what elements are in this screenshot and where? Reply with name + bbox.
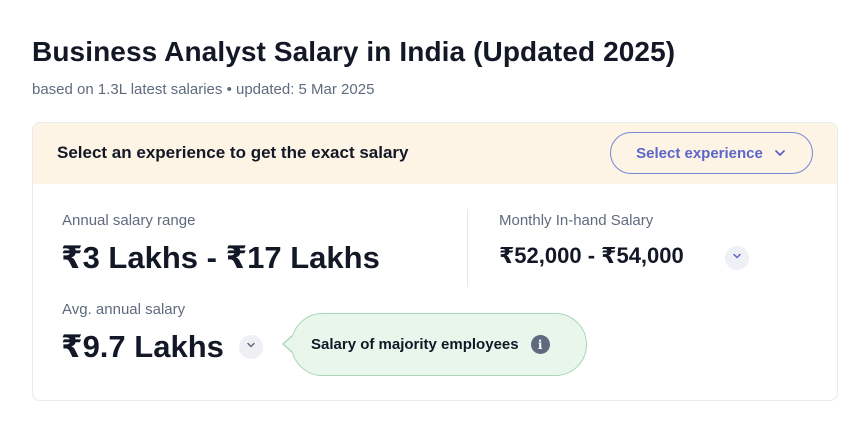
majority-tooltip-text: Salary of majority employees	[311, 336, 519, 353]
select-experience-button[interactable]: Select experience	[610, 132, 813, 174]
divider	[467, 209, 468, 287]
select-experience-label: Select experience	[636, 144, 763, 162]
chevron-down-icon	[773, 146, 787, 160]
tooltip-arrow-fill	[284, 336, 293, 352]
majority-tooltip: Salary of majority employees i	[291, 313, 587, 376]
avg-salary-label: Avg. annual salary	[62, 301, 186, 318]
avg-expand-button[interactable]	[239, 335, 263, 359]
page-subtitle: based on 1.3L latest salaries • updated:…	[32, 81, 375, 98]
chevron-down-icon	[731, 249, 743, 267]
annual-range-label: Annual salary range	[62, 212, 196, 229]
salary-card: Select an experience to get the exact sa…	[32, 122, 838, 401]
monthly-inhand-label: Monthly In-hand Salary	[499, 212, 654, 229]
monthly-expand-button[interactable]	[725, 246, 749, 270]
experience-prompt: Select an experience to get the exact sa…	[57, 143, 409, 162]
chevron-down-icon	[245, 338, 257, 356]
experience-banner: Select an experience to get the exact sa…	[33, 123, 837, 184]
info-icon[interactable]: i	[530, 335, 550, 354]
monthly-inhand-value: ₹52,000 - ₹54,000	[499, 243, 684, 268]
annual-range-value: ₹3 Lakhs - ₹17 Lakhs	[61, 240, 380, 275]
avg-salary-value: ₹9.7 Lakhs	[61, 329, 224, 364]
page-title: Business Analyst Salary in India (Update…	[32, 36, 676, 67]
